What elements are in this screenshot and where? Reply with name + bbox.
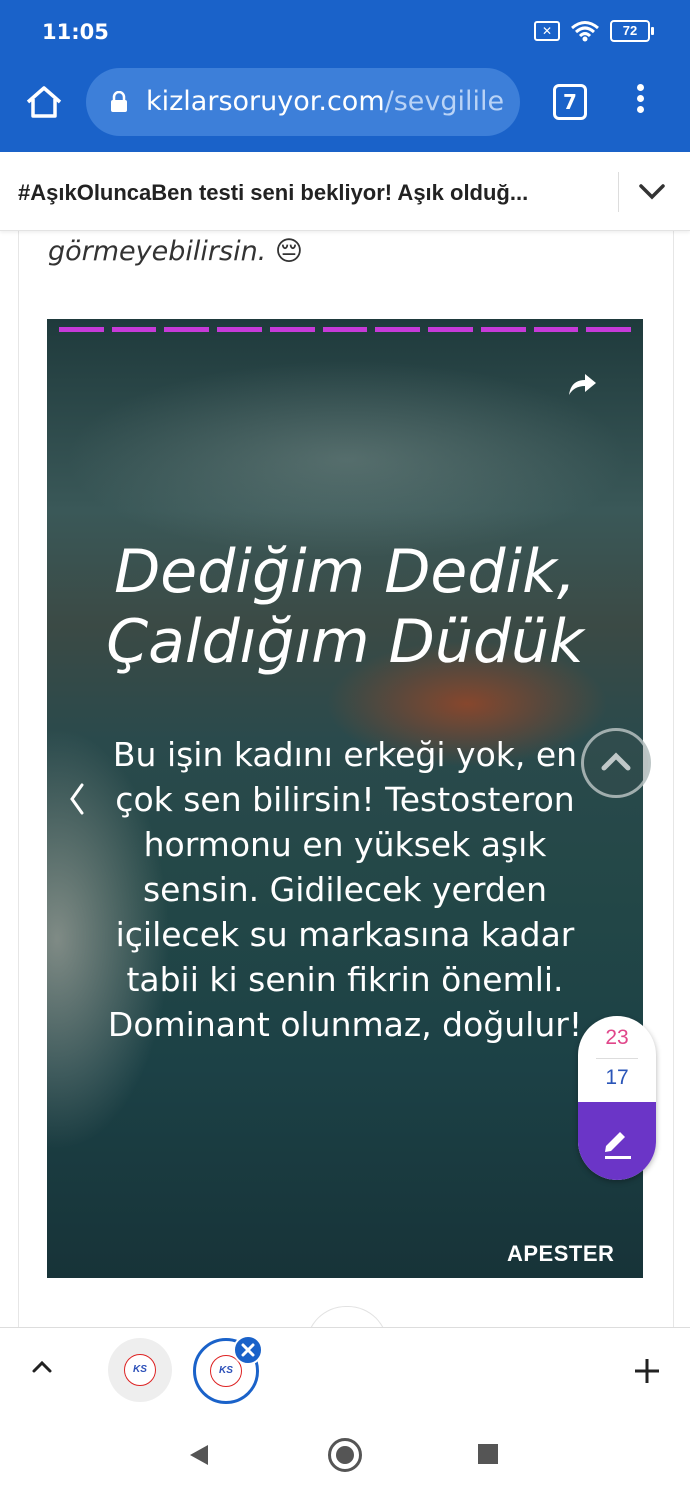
- system-nav-bar: [0, 1414, 690, 1495]
- lead-text: görmeyebilirsin. 😔: [48, 236, 303, 267]
- story-title: Dediğim Dedik, Çaldığım Düdük: [47, 537, 643, 677]
- plus-icon[interactable]: [634, 1358, 660, 1384]
- progress-segment: [217, 327, 262, 332]
- article-title-bar: #AşıkOluncaBen testi seni bekliyor! Aşık…: [0, 152, 690, 231]
- progress-segment: [375, 327, 421, 332]
- progress-segment: [586, 327, 632, 332]
- share-icon[interactable]: [567, 372, 597, 398]
- chevron-up-icon[interactable]: [30, 1358, 54, 1376]
- address-bar[interactable]: kizlarsoruyor.com/sevgililer-g: [86, 68, 520, 136]
- status-bar: 11:05 ✕ 72: [0, 0, 690, 62]
- chevron-up-icon[interactable]: [581, 728, 651, 798]
- url-path: /sevgililer-g: [384, 86, 506, 117]
- progress-segment: [322, 327, 368, 332]
- browser-toolbar: kizlarsoruyor.com/sevgililer-g 7: [0, 62, 690, 152]
- tab-switcher-button[interactable]: 7: [553, 84, 587, 120]
- progress-segment: [480, 327, 526, 332]
- chevron-left-icon[interactable]: [47, 739, 117, 859]
- vote-count-bottom: 17: [605, 1066, 629, 1089]
- url-domain: kizlarsoruyor.com: [146, 86, 385, 117]
- back-icon[interactable]: [188, 1443, 210, 1467]
- divider: [596, 1058, 638, 1059]
- lock-icon: [111, 91, 127, 112]
- vote-count-top: 23: [605, 1026, 629, 1049]
- progress-segment: [269, 327, 315, 332]
- wifi-icon: [571, 21, 599, 42]
- status-icons: ✕ 72: [534, 20, 654, 42]
- pencil-icon: [605, 1132, 631, 1159]
- story-title-line1: Dediğim Dedik,: [114, 537, 576, 607]
- vote-widget[interactable]: 23 17: [578, 1016, 656, 1180]
- menu-icon[interactable]: [628, 84, 652, 120]
- progress-segment: [164, 327, 210, 332]
- story-title-line2: Çaldığım Düdük: [106, 607, 584, 677]
- chevron-down-icon[interactable]: [638, 180, 666, 202]
- divider: [618, 172, 619, 212]
- apester-logo: APESTER: [507, 1241, 615, 1266]
- story-body: Bu işin kadını erkeği yok, en çok sen bi…: [107, 735, 583, 1044]
- home-circle-icon[interactable]: [328, 1438, 362, 1472]
- article-title[interactable]: #AşıkOluncaBen testi seni bekliyor! Aşık…: [18, 180, 598, 206]
- home-icon[interactable]: [22, 80, 66, 124]
- progress-segment: [59, 327, 104, 332]
- progress-segment: [111, 327, 157, 332]
- story-progress: [59, 327, 632, 332]
- battery-icon: 72: [610, 20, 654, 42]
- edit-button[interactable]: [578, 1102, 656, 1180]
- status-time: 11:05: [42, 20, 109, 44]
- tab-thumbnail[interactable]: KS: [108, 1338, 172, 1402]
- favicon: KS: [124, 1354, 156, 1386]
- url-text: kizlarsoruyor.com/sevgililer-g: [146, 86, 506, 117]
- tab-group-bar: KS KS: [0, 1327, 690, 1415]
- close-icon[interactable]: [233, 1335, 263, 1365]
- story-embed[interactable]: Dediğim Dedik, Çaldığım Düdük Bu işin ka…: [47, 319, 643, 1278]
- progress-segment: [533, 327, 579, 332]
- progress-segment: [428, 327, 473, 332]
- recents-icon[interactable]: [478, 1444, 498, 1464]
- no-sim-icon: ✕: [534, 21, 560, 41]
